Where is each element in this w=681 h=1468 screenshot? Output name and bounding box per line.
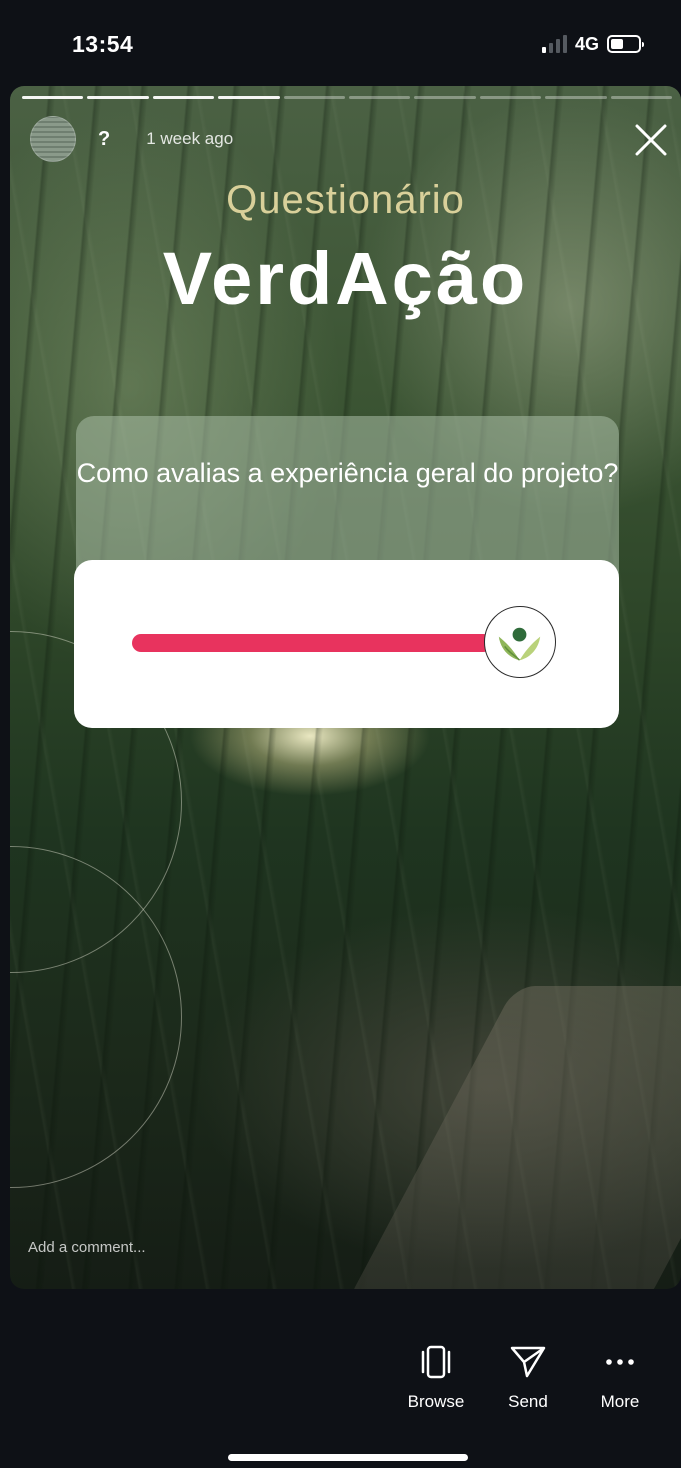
browse-icon bbox=[421, 1345, 451, 1379]
signal-icon bbox=[541, 35, 567, 53]
story-progress bbox=[22, 96, 673, 99]
leaf-logo-icon bbox=[498, 627, 541, 661]
poll-question: Como avalias a experiência geral do proj… bbox=[76, 458, 619, 488]
home-indicator[interactable] bbox=[228, 1454, 468, 1461]
network-type: 4G bbox=[574, 33, 599, 54]
story-actions: Browse Send More bbox=[390, 1340, 666, 1412]
story-view[interactable]: ? 1 week ago Questionário VerdAção Como … bbox=[10, 86, 681, 1289]
browse-label: Browse bbox=[407, 1392, 465, 1411]
send-label: Send bbox=[508, 1392, 548, 1411]
story-header: ? 1 week ago bbox=[30, 116, 233, 162]
battery-icon bbox=[607, 35, 644, 53]
close-button[interactable] bbox=[631, 120, 671, 160]
more-label: More bbox=[600, 1392, 640, 1411]
status-indicators: 4G bbox=[541, 33, 644, 55]
slider-container bbox=[74, 560, 619, 728]
send-button[interactable]: Send bbox=[482, 1340, 574, 1412]
slider-poll: Como avalias a experiência geral do proj… bbox=[74, 416, 619, 728]
avatar[interactable] bbox=[30, 116, 76, 162]
story-title: VerdAção bbox=[162, 237, 529, 320]
browse-button[interactable]: Browse bbox=[390, 1340, 482, 1412]
comment-input[interactable]: Add a comment... bbox=[28, 1239, 146, 1256]
status-time: 13:54 bbox=[72, 30, 134, 57]
username[interactable]: ? bbox=[98, 128, 110, 151]
story-subtitle: Questionário bbox=[226, 178, 465, 222]
close-icon bbox=[635, 124, 667, 156]
more-button[interactable]: More bbox=[574, 1340, 666, 1412]
post-time: 1 week ago bbox=[146, 129, 234, 148]
slider-thumb[interactable] bbox=[484, 606, 556, 678]
more-icon bbox=[606, 1359, 634, 1365]
status-bar: 13:54 4G bbox=[0, 0, 681, 88]
send-icon bbox=[510, 1346, 546, 1378]
slider-track[interactable] bbox=[132, 634, 492, 652]
